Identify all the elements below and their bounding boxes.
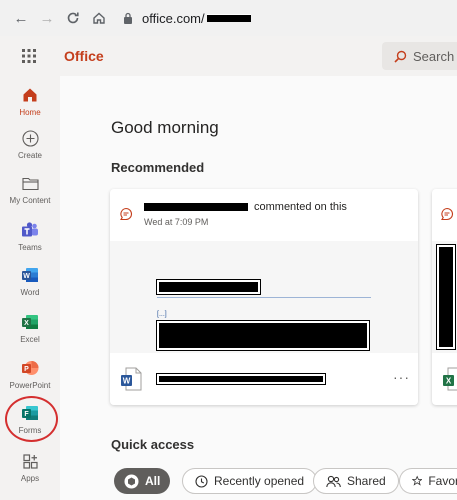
rail-item-create[interactable]: Create [0,127,60,160]
preview-rule [157,297,371,298]
more-options-button[interactable]: ··· [393,369,410,385]
all-icon [124,474,139,488]
rail-item-powerpoint[interactable]: P PowerPoint [0,357,60,390]
rail-item-my-content[interactable]: My Content [0,172,60,205]
rail-label: My Content [9,196,51,205]
rail-label: PowerPoint [9,381,51,390]
recommended-card-partial[interactable]: X [432,189,457,405]
create-icon [19,127,41,149]
filter-chip-favorites[interactable]: Favor [399,468,457,494]
filter-chip-all[interactable]: All [114,468,171,494]
recommended-title: Recommended [111,160,205,175]
lock-icon [122,11,134,25]
teams-icon [19,219,41,241]
chip-label: Shared [347,474,386,488]
apps-icon [19,450,41,472]
back-icon[interactable]: ← [10,7,32,29]
rail-item-teams[interactable]: Teams [0,219,60,252]
svg-text:W: W [123,377,131,386]
chip-label: Recently opened [214,474,305,488]
card-timestamp: Wed at 7:09 PM [144,217,209,227]
preview-small-text: [...] [157,311,167,318]
forward-icon[interactable]: → [36,7,58,29]
rail-item-excel[interactable]: X Excel [0,311,60,344]
rail-item-apps[interactable]: Apps [0,450,60,483]
rail-label: Word [20,288,40,297]
office-brand[interactable]: Office [64,48,104,64]
svg-text:X: X [24,320,29,327]
document-preview [432,241,457,353]
activity-text: commented on this [254,201,347,213]
filter-chip-recently-opened[interactable]: Recently opened [182,468,318,494]
rail-label: Create [17,151,42,160]
clock-icon [195,474,208,488]
search-input[interactable]: Search [382,42,457,70]
home-icon [19,84,41,106]
redacted-url-part [206,14,251,22]
comment-icon [119,207,133,226]
search-placeholder: Search [413,48,455,64]
redacted-preview-block [436,244,456,350]
url-text: office.com/ [142,10,205,26]
recommended-card[interactable]: commented on this Wed at 7:09 PM [...] W… [110,189,418,405]
svg-text:W: W [23,273,30,280]
star-icon [412,475,423,486]
home-browser-icon[interactable] [88,7,110,29]
excel-icon: X [19,311,41,333]
left-rail: Home Create My Content Teams W Word X Ex… [0,76,60,500]
main-content: Good morning Recommended commented on th… [60,76,457,500]
rail-item-word[interactable]: W Word [0,264,60,297]
svg-text:P: P [24,366,29,373]
office-header: Office Search [0,36,457,76]
card-activity: commented on this [144,201,347,213]
search-icon [394,50,407,63]
folder-icon [19,172,41,194]
rail-label: Excel [20,335,40,344]
powerpoint-icon: P [19,357,41,379]
word-icon: W [19,264,41,286]
card-footer: W ··· [110,353,418,405]
document-preview[interactable]: [...] [110,241,418,353]
redacted-file-name [156,373,326,385]
svg-text:X: X [446,377,452,386]
shared-icon [326,475,341,487]
excel-file-icon: X [442,367,457,396]
rail-label: Apps [20,474,40,483]
refresh-icon[interactable] [62,7,84,29]
quick-access-title: Quick access [111,437,195,452]
filter-chip-shared[interactable]: Shared [313,468,399,494]
rail-label: Teams [18,243,42,252]
waffle-icon[interactable] [0,36,58,76]
redacted-user-name [144,203,248,211]
forms-highlight-circle [5,396,58,442]
card-header: commented on this Wed at 7:09 PM [110,189,418,241]
comment-icon [440,207,454,226]
rail-item-home[interactable]: Home [0,84,60,117]
browser-toolbar: ← → office.com/ [0,0,457,36]
address-bar[interactable]: office.com/ [122,5,251,31]
chip-label: All [145,474,161,488]
chip-label: Favor [428,474,457,488]
rail-label: Home [19,108,41,117]
redacted-preview-line [156,279,261,295]
word-file-icon: W [120,367,142,396]
redacted-preview-block [156,320,370,351]
greeting-title: Good morning [111,118,219,137]
